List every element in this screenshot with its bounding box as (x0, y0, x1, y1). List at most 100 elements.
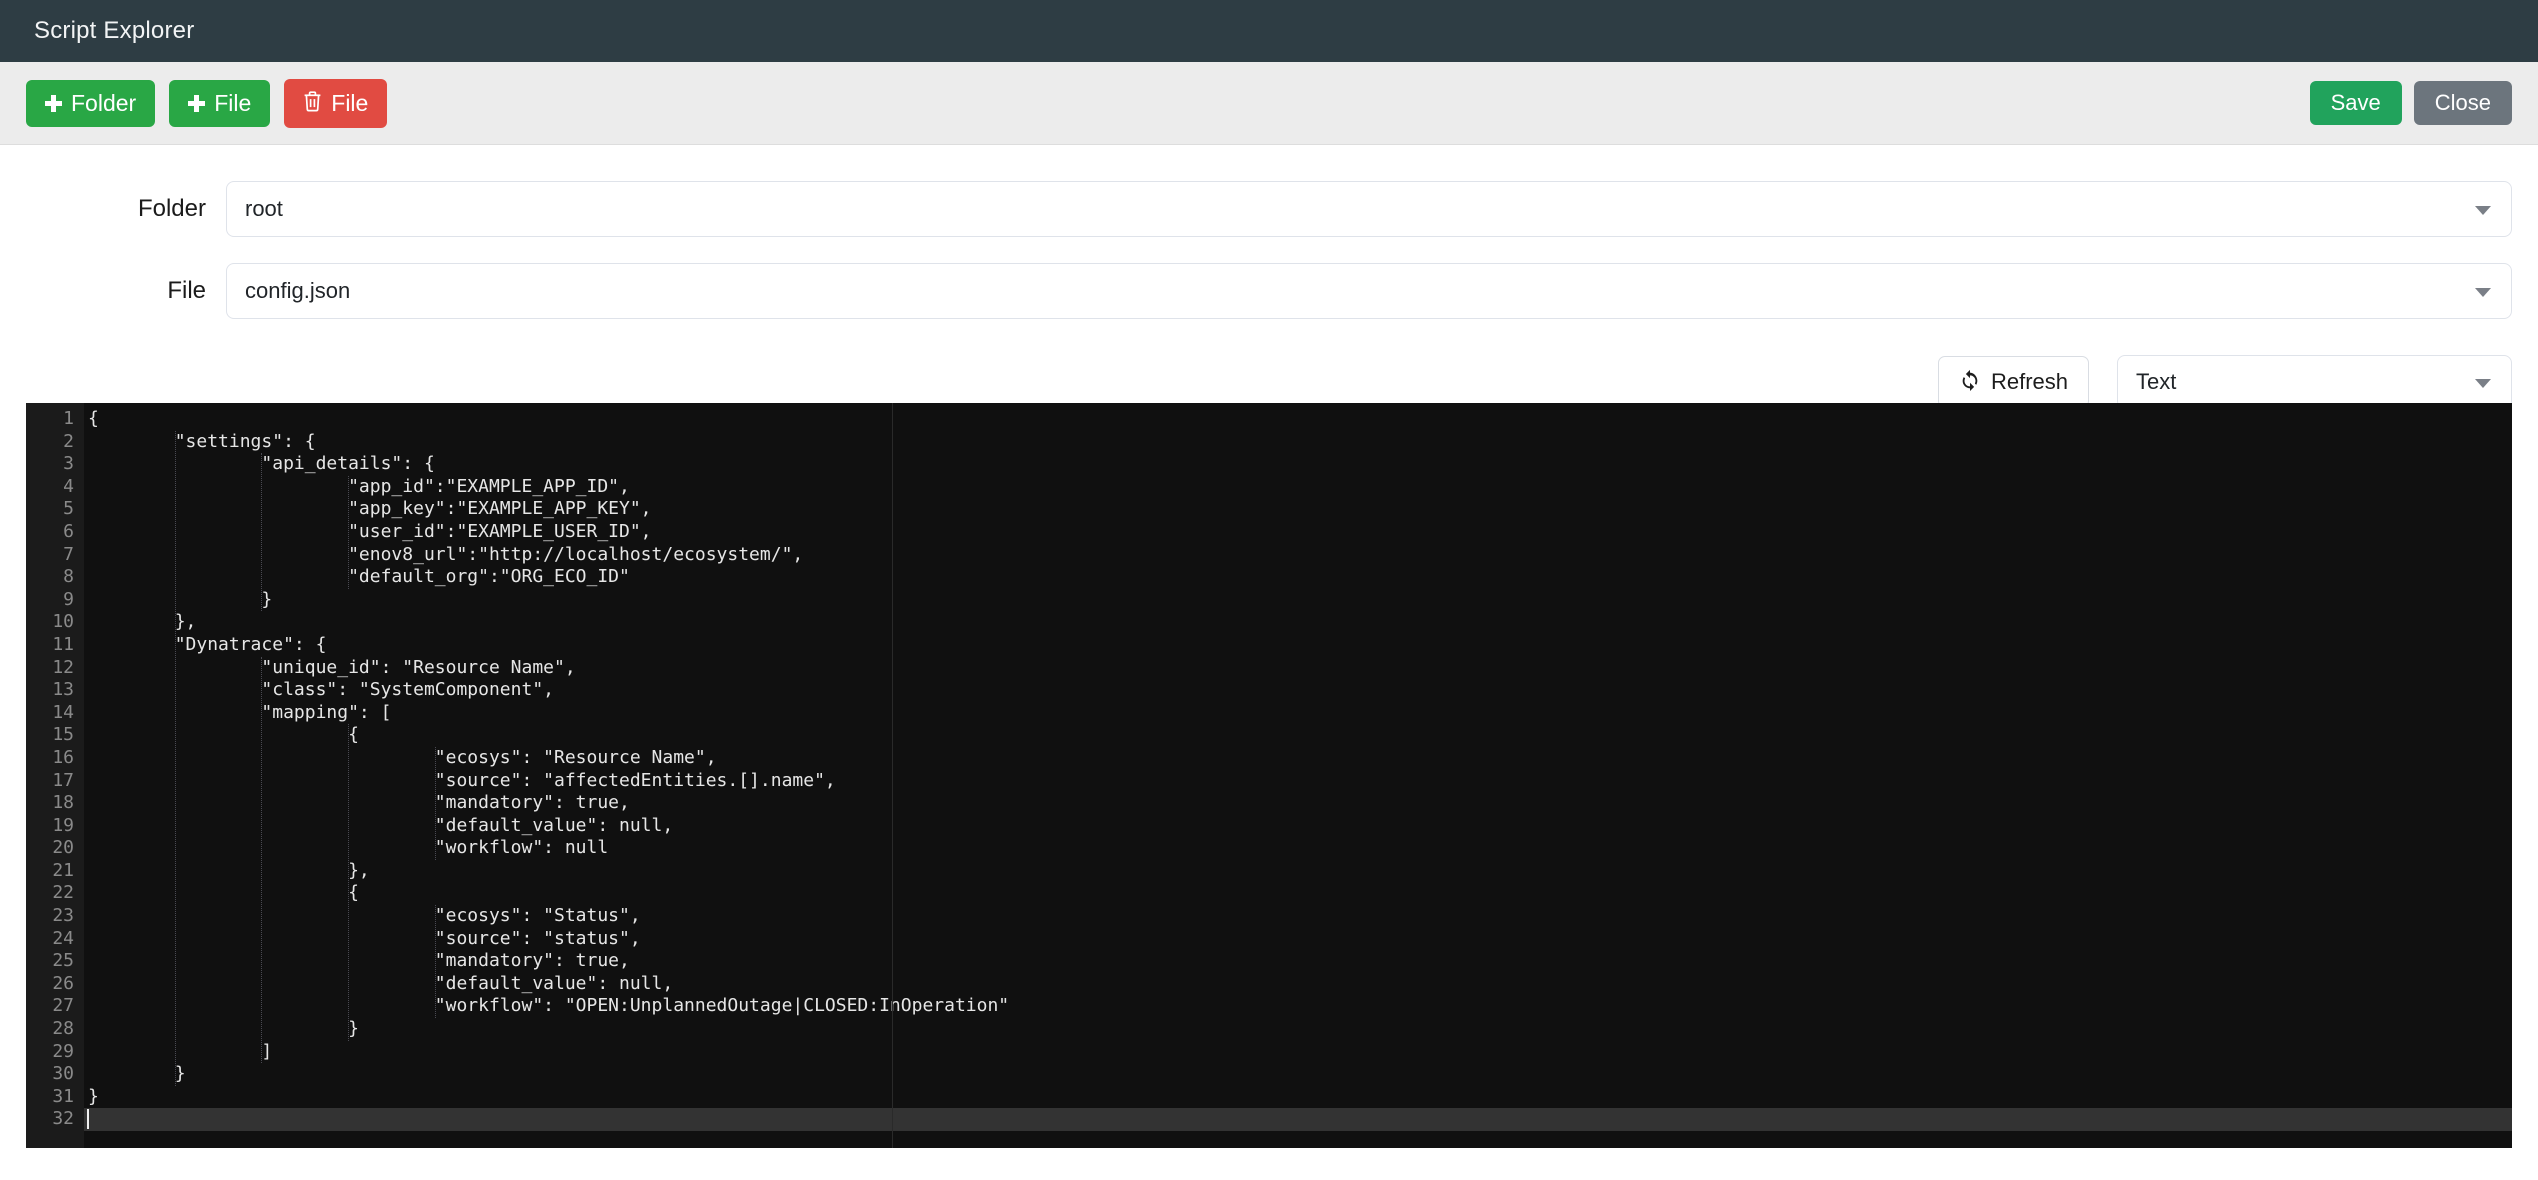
line-number: 5 (63, 498, 74, 520)
add-folder-button[interactable]: Folder (26, 79, 156, 127)
sync-icon (1959, 369, 1981, 395)
page-title: Script Explorer (34, 17, 195, 44)
trash-icon (303, 90, 322, 116)
folder-label: Folder (137, 195, 206, 222)
toolbar-right-group: Save Close (2309, 81, 2512, 125)
chevron-down-icon (2475, 288, 2491, 297)
file-row: File config.json (26, 263, 2512, 319)
window-titlebar: Script Explorer (0, 0, 2538, 62)
line-number: 28 (52, 1018, 74, 1040)
editor-controls-row: Refresh Text (0, 345, 2538, 409)
code-line[interactable]: { (84, 882, 2512, 905)
file-label: File (167, 277, 206, 304)
line-number: 25 (52, 950, 74, 972)
code-line[interactable]: "app_key":"EXAMPLE_APP_KEY", (84, 498, 2512, 521)
code-line[interactable]: "source": "status", (84, 928, 2512, 951)
line-number: 17 (52, 769, 74, 791)
line-number: 3 (63, 453, 74, 475)
code-line[interactable]: { (84, 408, 2512, 431)
line-number: 24 (52, 927, 74, 949)
line-number: 4 (63, 475, 74, 497)
line-number: 13 (52, 679, 74, 701)
code-line[interactable]: "ecosys": "Resource Name", (84, 747, 2512, 770)
plus-icon (45, 94, 62, 112)
line-number: 2 (63, 430, 74, 452)
line-number: 21 (52, 859, 74, 881)
line-number: 1 (63, 408, 74, 429)
code-line[interactable]: "workflow": null (84, 837, 2512, 860)
line-number: 22 (52, 882, 74, 904)
code-line[interactable]: "default_value": null, (84, 973, 2512, 996)
chevron-down-icon (2475, 206, 2491, 215)
line-number: 29 (52, 1040, 74, 1062)
line-number: 32 (52, 1108, 74, 1130)
code-line[interactable]: "settings": { (84, 431, 2512, 454)
refresh-button[interactable]: Refresh (1937, 356, 2089, 408)
line-number: 26 (52, 972, 74, 994)
code-line[interactable]: "Dynatrace": { (84, 634, 2512, 657)
file-select[interactable]: config.json (226, 263, 2512, 319)
save-button[interactable]: Save (2309, 81, 2402, 125)
code-line[interactable]: "class": "SystemComponent", (84, 679, 2512, 702)
add-file-label: File (214, 89, 252, 116)
code-line[interactable]: "api_details": { (84, 453, 2512, 476)
code-line[interactable]: } (84, 1086, 2512, 1109)
code-line[interactable]: }, (84, 611, 2512, 634)
code-line[interactable]: }, (84, 860, 2512, 883)
line-number: 11 (52, 633, 74, 655)
line-number: 9 (63, 588, 74, 610)
line-number: 27 (52, 995, 74, 1017)
editor-mode-select[interactable]: Text (2117, 355, 2512, 409)
plus-icon (188, 94, 206, 112)
chevron-down-icon (2475, 379, 2491, 388)
line-number: 16 (52, 746, 74, 768)
code-line[interactable]: "unique_id": "Resource Name", (84, 657, 2512, 680)
code-line[interactable]: "mapping": [ (84, 702, 2512, 725)
code-editor[interactable]: 1 2 3 4 5 6 7 8 9 10 11 12 13 14 15 16 17 18 19 20 21 22 23 24 2… (26, 403, 2512, 1148)
code-line[interactable]: } (84, 589, 2512, 612)
code-line[interactable]: "source": "affectedEntities.[].name", (84, 770, 2512, 793)
add-file-button[interactable]: File (169, 79, 271, 127)
line-number-gutter: 1 2 3 4 5 6 7 8 9 10 11 12 13 14 15 16 17 18 19 20 21 22 23 24 2… (26, 403, 84, 1148)
line-number: 31 (52, 1085, 74, 1107)
code-line[interactable]: { (84, 724, 2512, 747)
close-button[interactable]: Close (2413, 81, 2512, 125)
code-line[interactable]: "default_org":"ORG_ECO_ID" (84, 566, 2512, 589)
selection-form: Folder root File config.json (0, 145, 2538, 319)
code-content[interactable]: { "settings": { "api_details": { "app_id… (84, 403, 2512, 1148)
add-folder-label: Folder (71, 89, 137, 116)
editor-mode-value: Text (2136, 369, 2177, 394)
line-number: 20 (52, 837, 74, 859)
action-toolbar: Folder File File Save Close (0, 62, 2538, 145)
line-number: 10 (52, 611, 74, 633)
code-line[interactable]: "mandatory": true, (84, 792, 2512, 815)
code-line[interactable]: "ecosys": "Status", (84, 905, 2512, 928)
toolbar-left-group: Folder File File (26, 78, 388, 128)
delete-file-label: File (331, 89, 369, 116)
line-number: 14 (52, 701, 74, 723)
code-line[interactable]: "mandatory": true, (84, 950, 2512, 973)
code-line[interactable]: } (84, 1063, 2512, 1086)
line-number: 12 (52, 656, 74, 678)
code-line[interactable]: } (84, 1018, 2512, 1041)
code-line[interactable]: "app_id":"EXAMPLE_APP_ID", (84, 476, 2512, 499)
line-number: 7 (63, 543, 74, 565)
code-line[interactable]: "user_id":"EXAMPLE_USER_ID", (84, 521, 2512, 544)
code-line[interactable]: ] (84, 1041, 2512, 1064)
code-line[interactable]: "default_value": null, (84, 815, 2512, 838)
line-number: 19 (52, 814, 74, 836)
line-number: 18 (52, 792, 74, 814)
folder-select[interactable]: root (226, 181, 2512, 237)
line-number: 6 (63, 520, 74, 542)
refresh-label: Refresh (1990, 369, 2068, 394)
code-line[interactable] (84, 1108, 2512, 1131)
line-number: 15 (52, 724, 74, 746)
folder-selected-value: root (245, 196, 283, 221)
delete-file-button[interactable]: File (284, 78, 388, 128)
line-number: 30 (52, 1063, 74, 1085)
folder-row: Folder root (26, 181, 2512, 237)
code-line[interactable]: "workflow": "OPEN:UnplannedOutage|CLOSED… (84, 995, 2512, 1018)
code-line[interactable]: "enov8_url":"http://localhost/ecosystem/… (84, 544, 2512, 567)
file-selected-value: config.json (245, 278, 351, 303)
line-number: 23 (52, 905, 74, 927)
